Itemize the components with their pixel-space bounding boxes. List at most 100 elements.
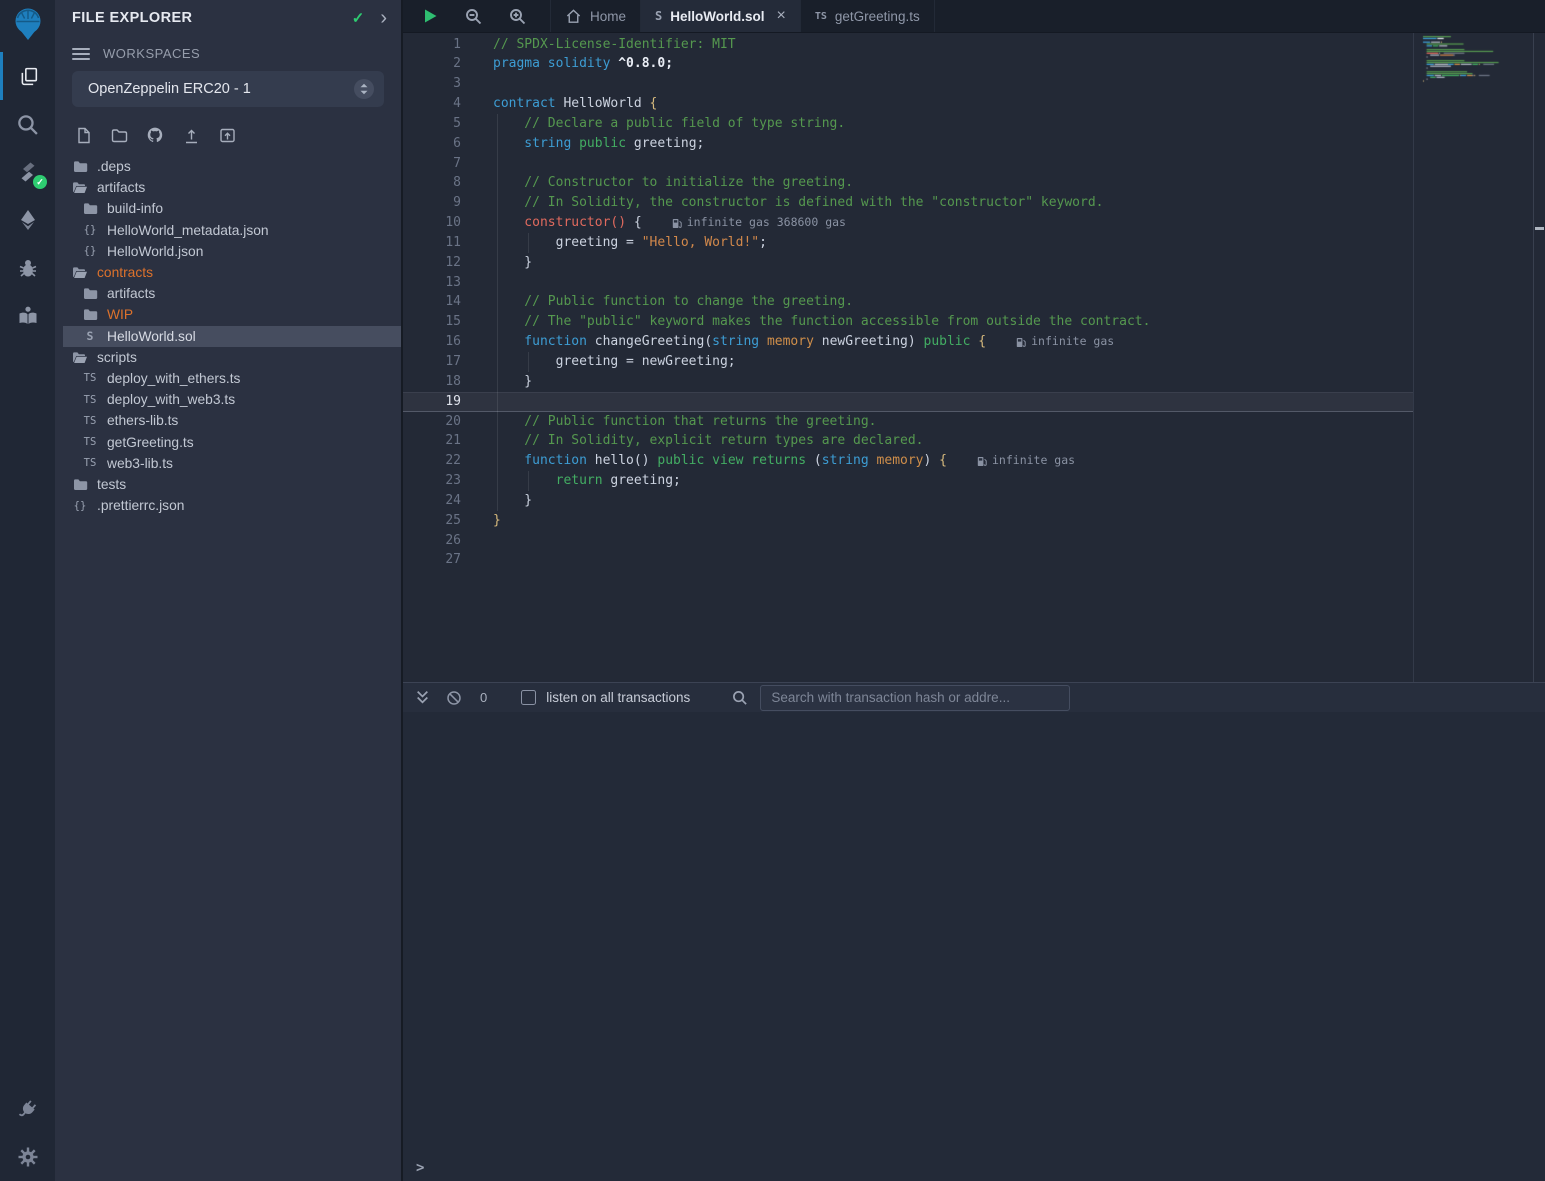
- tree-item-contracts[interactable]: contracts: [55, 262, 401, 283]
- tree-item-label: WIP: [107, 307, 133, 322]
- gas-estimate-widget[interactable]: infinite gas: [1016, 332, 1114, 352]
- code-text: [491, 74, 493, 94]
- tree-item-tests[interactable]: tests: [55, 474, 401, 495]
- code-text: // Public function to change the greetin…: [491, 292, 853, 312]
- tab-home[interactable]: Home: [550, 0, 641, 32]
- line-number: 14: [403, 292, 491, 312]
- chevrons-down-icon[interactable]: [415, 690, 430, 705]
- tree-item-web3-lib-ts[interactable]: TSweb3-lib.ts: [55, 453, 401, 474]
- code-text: function changeGreeting(string memory ne…: [491, 332, 986, 352]
- terminal-output[interactable]: >: [403, 712, 1545, 1181]
- tree-item-wip[interactable]: WIP: [55, 304, 401, 325]
- code-text: [491, 550, 493, 570]
- hamburger-menu-icon[interactable]: [72, 47, 90, 61]
- close-icon[interactable]: ×: [777, 7, 786, 25]
- folder-closed-icon: [82, 287, 98, 300]
- gas-estimate-widget[interactable]: infinite gas: [977, 451, 1075, 471]
- code-line-8: 8 // Constructor to initialize the greet…: [403, 173, 1413, 193]
- code-line-19: 19: [403, 392, 1413, 412]
- search-icon: [16, 113, 39, 136]
- tree-item--deps[interactable]: .deps: [55, 156, 401, 177]
- code-text: // In Solidity, explicit return types ar…: [491, 431, 923, 451]
- code-text: // Public function that returns the gree…: [491, 412, 877, 432]
- folder-open-icon: [72, 181, 88, 194]
- chevron-right-icon[interactable]: ›: [380, 11, 387, 25]
- tab-label: HelloWorld.sol: [670, 9, 764, 24]
- code-line-26: 26: [403, 531, 1413, 551]
- sidebar-item-settings[interactable]: [0, 1133, 55, 1181]
- tree-item-ethers-lib-ts[interactable]: TSethers-lib.ts: [55, 410, 401, 431]
- code-line-21: 21 // In Solidity, explicit return types…: [403, 431, 1413, 451]
- up-down-arrows-icon[interactable]: [354, 79, 374, 99]
- sidebar-item-deploy-run[interactable]: [0, 196, 55, 244]
- workspaces-label: WORKSPACES: [103, 46, 200, 61]
- overview-ruler[interactable]: [1533, 33, 1545, 682]
- sidebar-item-file-explorer[interactable]: [0, 52, 55, 100]
- editor-tab-bar: Home S HelloWorld.sol × TS getGreeting.t…: [403, 0, 1545, 33]
- tab-label: Home: [590, 9, 626, 24]
- sidebar-item-debugger[interactable]: [0, 244, 55, 292]
- sidebar-item-learn[interactable]: [0, 292, 55, 340]
- folder-closed-icon: [82, 308, 98, 321]
- tree-item-helloworld-metadata-json[interactable]: {}HelloWorld_metadata.json: [55, 220, 401, 241]
- clone-github-icon[interactable]: [142, 124, 168, 146]
- sidebar-item-solidity-compiler[interactable]: ✓: [0, 148, 55, 196]
- line-number: 1: [403, 35, 491, 55]
- tab-getgreeting-ts[interactable]: TS getGreeting.ts: [801, 0, 935, 32]
- code-line-20: 20 // Public function that returns the g…: [403, 412, 1413, 432]
- tree-item-deploy-with-web3-ts[interactable]: TSdeploy_with_web3.ts: [55, 389, 401, 410]
- code-line-22: 22 function hello() public view returns …: [403, 451, 1413, 471]
- line-number: 22: [403, 451, 491, 471]
- sidebar-item-plugin-manager[interactable]: [0, 1085, 55, 1133]
- folder-open-icon: [72, 351, 88, 364]
- line-number: 19: [403, 392, 491, 412]
- tree-item-label: HelloWorld_metadata.json: [107, 223, 269, 238]
- tree-item-label: HelloWorld.sol: [107, 329, 196, 344]
- zoom-in-icon[interactable]: [509, 8, 526, 25]
- minimap[interactable]: [1422, 35, 1515, 595]
- new-file-icon[interactable]: [70, 124, 96, 146]
- checkmark-icon[interactable]: ✓: [352, 9, 365, 27]
- tree-item-build-info[interactable]: build-info: [55, 198, 401, 219]
- clear-console-icon[interactable]: [446, 690, 462, 706]
- tree-item-scripts[interactable]: scripts: [55, 347, 401, 368]
- bug-icon: [17, 257, 39, 279]
- upload-file-icon[interactable]: [178, 124, 204, 146]
- line-number: 2: [403, 54, 491, 74]
- gas-estimate-widget[interactable]: infinite gas 368600 gas: [672, 213, 846, 233]
- code-line-11: 11 greeting = "Hello, World!";: [403, 233, 1413, 253]
- sidebar-item-search[interactable]: [0, 100, 55, 148]
- solidity-file-icon: S: [655, 9, 662, 23]
- tree-item-deploy-with-ethers-ts[interactable]: TSdeploy_with_ethers.ts: [55, 368, 401, 389]
- tab-label: getGreeting.ts: [835, 9, 920, 24]
- editor-controls: [403, 0, 550, 32]
- line-number: 10: [403, 213, 491, 233]
- code-line-25: 25}: [403, 511, 1413, 531]
- code-text: // Declare a public field of type string…: [491, 114, 845, 134]
- upload-folder-icon[interactable]: [214, 124, 240, 146]
- new-folder-icon[interactable]: [106, 124, 132, 146]
- tree-item-label: .deps: [97, 159, 131, 174]
- folder-closed-icon: [72, 160, 88, 173]
- line-number: 18: [403, 372, 491, 392]
- tree-item-getgreeting-ts[interactable]: TSgetGreeting.ts: [55, 431, 401, 452]
- tab-helloworld-sol[interactable]: S HelloWorld.sol ×: [641, 0, 801, 32]
- line-number: 20: [403, 412, 491, 432]
- line-number: 21: [403, 431, 491, 451]
- tree-item-helloworld-json[interactable]: {}HelloWorld.json: [55, 241, 401, 262]
- code-editor[interactable]: 1// SPDX-License-Identifier: MIT2pragma …: [403, 33, 1545, 682]
- code-line-9: 9 // In Solidity, the constructor is def…: [403, 193, 1413, 213]
- typescript-icon: TS: [82, 415, 98, 427]
- code-line-2: 2pragma solidity ^0.8.0;: [403, 54, 1413, 74]
- zoom-out-icon[interactable]: [465, 8, 482, 25]
- run-script-button[interactable]: [423, 8, 438, 24]
- remix-logo[interactable]: [0, 0, 55, 52]
- listen-transactions-checkbox[interactable]: [521, 690, 536, 705]
- tree-item-artifacts[interactable]: artifacts: [55, 177, 401, 198]
- workspace-dropdown[interactable]: OpenZeppelin ERC20 - 1: [72, 71, 384, 107]
- json-icon: {}: [82, 245, 98, 257]
- tree-item-artifacts[interactable]: artifacts: [55, 283, 401, 304]
- tree-item-helloworld-sol[interactable]: SHelloWorld.sol: [63, 326, 401, 347]
- terminal-search-input[interactable]: [760, 685, 1070, 711]
- tree-item--prettierrc-json[interactable]: {}.prettierrc.json: [55, 495, 401, 516]
